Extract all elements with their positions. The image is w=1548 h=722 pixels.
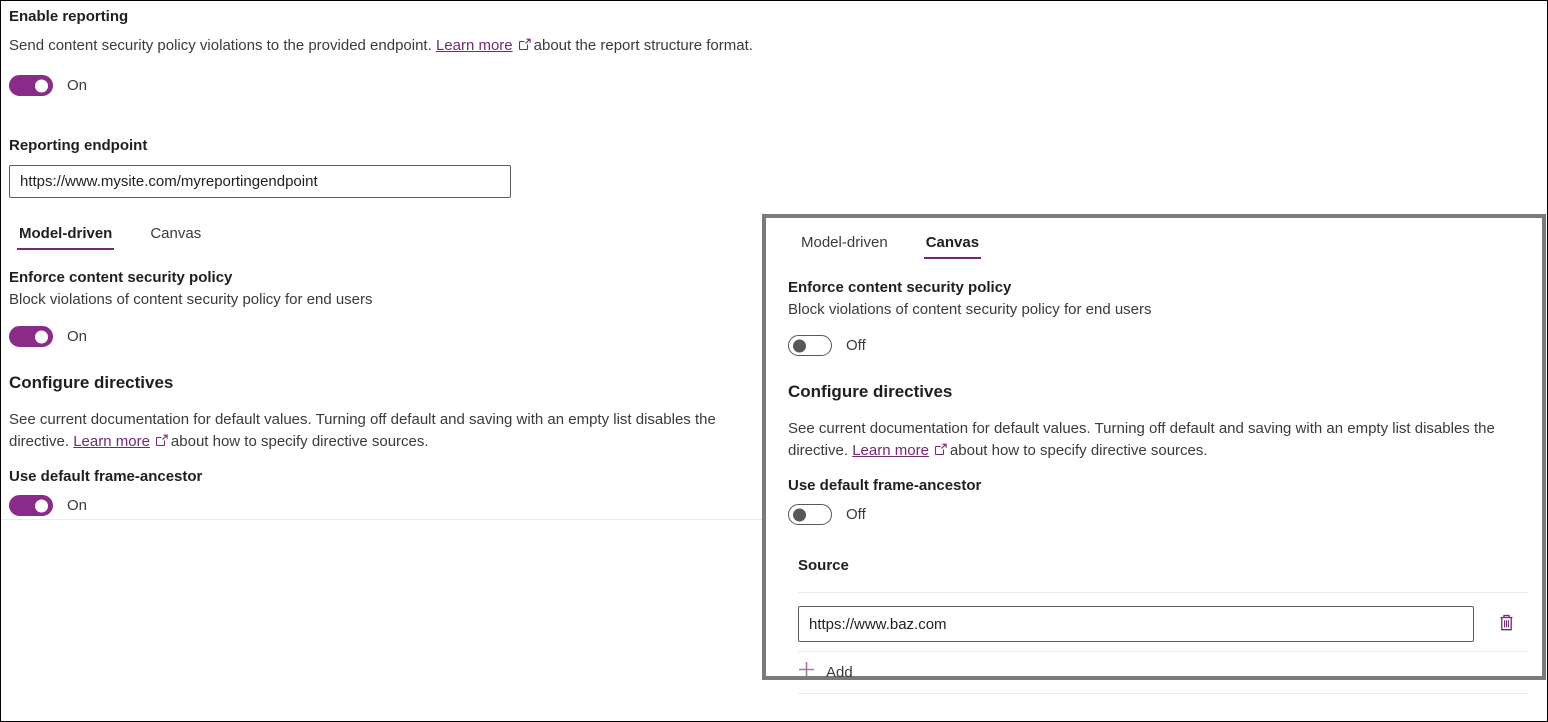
enforce-policy-section: Enforce content security policy Block vi… — [1, 268, 773, 347]
enable-reporting-toggle[interactable]: On — [9, 75, 773, 96]
overlay-configure-directives-description: See current documentation for default va… — [788, 418, 1536, 463]
enable-reporting-section: Enable reporting Send content security p… — [1, 7, 773, 96]
source-column-header: Source — [798, 556, 1528, 576]
overlay-tab-model-driven-label: Model-driven — [801, 234, 888, 251]
switch-knob — [35, 330, 48, 343]
configure-directives-section: Configure directives See current documen… — [1, 372, 773, 516]
enable-reporting-description-part2: about the report structure format. — [534, 37, 753, 54]
overlay-frame-ancestor-toggle-state: Off — [846, 506, 866, 523]
enforce-policy-toggle-state: On — [67, 328, 87, 345]
tab-model-driven-label: Model-driven — [19, 225, 112, 242]
overlay-tab-model-driven[interactable]: Model-driven — [791, 234, 898, 259]
tab-model-driven[interactable]: Model-driven — [9, 225, 122, 250]
switch-knob — [793, 508, 806, 521]
switch-knob — [35, 79, 48, 92]
reporting-endpoint-section: Reporting endpoint — [1, 136, 773, 198]
overlay-enforce-policy-title: Enforce content security policy — [788, 278, 1528, 298]
frame-ancestor-toggle[interactable]: On — [9, 495, 773, 516]
overlay-enforce-policy-section: Enforce content security policy Block vi… — [788, 278, 1528, 356]
add-source-label: Add — [826, 664, 853, 681]
reporting-endpoint-label: Reporting endpoint — [9, 136, 773, 156]
overlay-enforce-policy-switch[interactable] — [788, 335, 832, 356]
overlay-configure-directives-heading: Configure directives — [788, 381, 1536, 403]
tabstrip-base: Model-driven Canvas — [9, 225, 211, 250]
overlay-enforce-policy-toggle-state: Off — [846, 337, 866, 354]
external-link-icon — [934, 441, 947, 463]
overlay-tab-canvas[interactable]: Canvas — [916, 234, 989, 259]
source-footer-divider — [798, 693, 1528, 694]
frame-ancestor-label: Use default frame-ancestor — [9, 467, 773, 487]
section-divider — [1, 519, 765, 520]
learn-more-link-directives[interactable]: Learn more — [73, 433, 150, 450]
settings-base-panel: Enable reporting Send content security p… — [1, 1, 773, 722]
source-list-section: Source — [798, 556, 1528, 694]
reporting-endpoint-input[interactable] — [9, 165, 511, 198]
overlay-learn-more-link-directives[interactable]: Learn more — [852, 442, 929, 459]
enable-reporting-title: Enable reporting — [9, 7, 773, 27]
configure-directives-heading: Configure directives — [9, 372, 773, 394]
learn-more-link-reporting[interactable]: Learn more — [436, 37, 513, 54]
overlay-frame-ancestor-toggle[interactable]: Off — [788, 504, 1536, 525]
enable-reporting-description: Send content security policy violations … — [9, 35, 761, 58]
source-url-input[interactable] — [798, 606, 1474, 642]
delete-source-button[interactable] — [1490, 608, 1522, 640]
external-link-icon — [518, 36, 531, 58]
overlay-frame-ancestor-switch[interactable] — [788, 504, 832, 525]
source-row — [798, 606, 1528, 642]
enforce-policy-description: Block violations of content security pol… — [9, 289, 773, 311]
tab-canvas[interactable]: Canvas — [140, 225, 211, 250]
frame-ancestor-switch[interactable] — [9, 495, 53, 516]
external-link-icon — [155, 432, 168, 454]
tab-canvas-label: Canvas — [150, 225, 201, 242]
overlay-configure-directives-description-part2: about how to specify directive sources. — [950, 442, 1208, 459]
enforce-policy-toggle[interactable]: On — [9, 326, 773, 347]
trash-icon — [1498, 613, 1515, 635]
enforce-policy-switch[interactable] — [9, 326, 53, 347]
source-header-divider — [798, 592, 1528, 593]
overlay-enforce-policy-toggle[interactable]: Off — [788, 335, 1528, 356]
screenshot-root: Enable reporting Send content security p… — [0, 0, 1548, 722]
switch-knob — [793, 339, 806, 352]
overlay-frame-ancestor-label: Use default frame-ancestor — [788, 476, 1536, 496]
tabstrip-overlay: Model-driven Canvas — [791, 234, 989, 259]
plus-icon — [798, 661, 815, 683]
enforce-policy-title: Enforce content security policy — [9, 268, 773, 288]
configure-directives-description: See current documentation for default va… — [9, 409, 761, 454]
canvas-overlay-panel: Model-driven Canvas Enforce content secu… — [762, 214, 1546, 680]
switch-knob — [35, 499, 48, 512]
frame-ancestor-toggle-state: On — [67, 497, 87, 514]
enable-reporting-toggle-state: On — [67, 77, 87, 94]
overlay-configure-directives-section: Configure directives See current documen… — [788, 381, 1536, 525]
enable-reporting-switch[interactable] — [9, 75, 53, 96]
add-source-button[interactable]: Add — [798, 652, 1528, 683]
overlay-tab-canvas-label: Canvas — [926, 234, 979, 251]
overlay-enforce-policy-description: Block violations of content security pol… — [788, 299, 1528, 321]
enable-reporting-description-part1: Send content security policy violations … — [9, 37, 432, 54]
configure-directives-description-part2: about how to specify directive sources. — [171, 433, 429, 450]
